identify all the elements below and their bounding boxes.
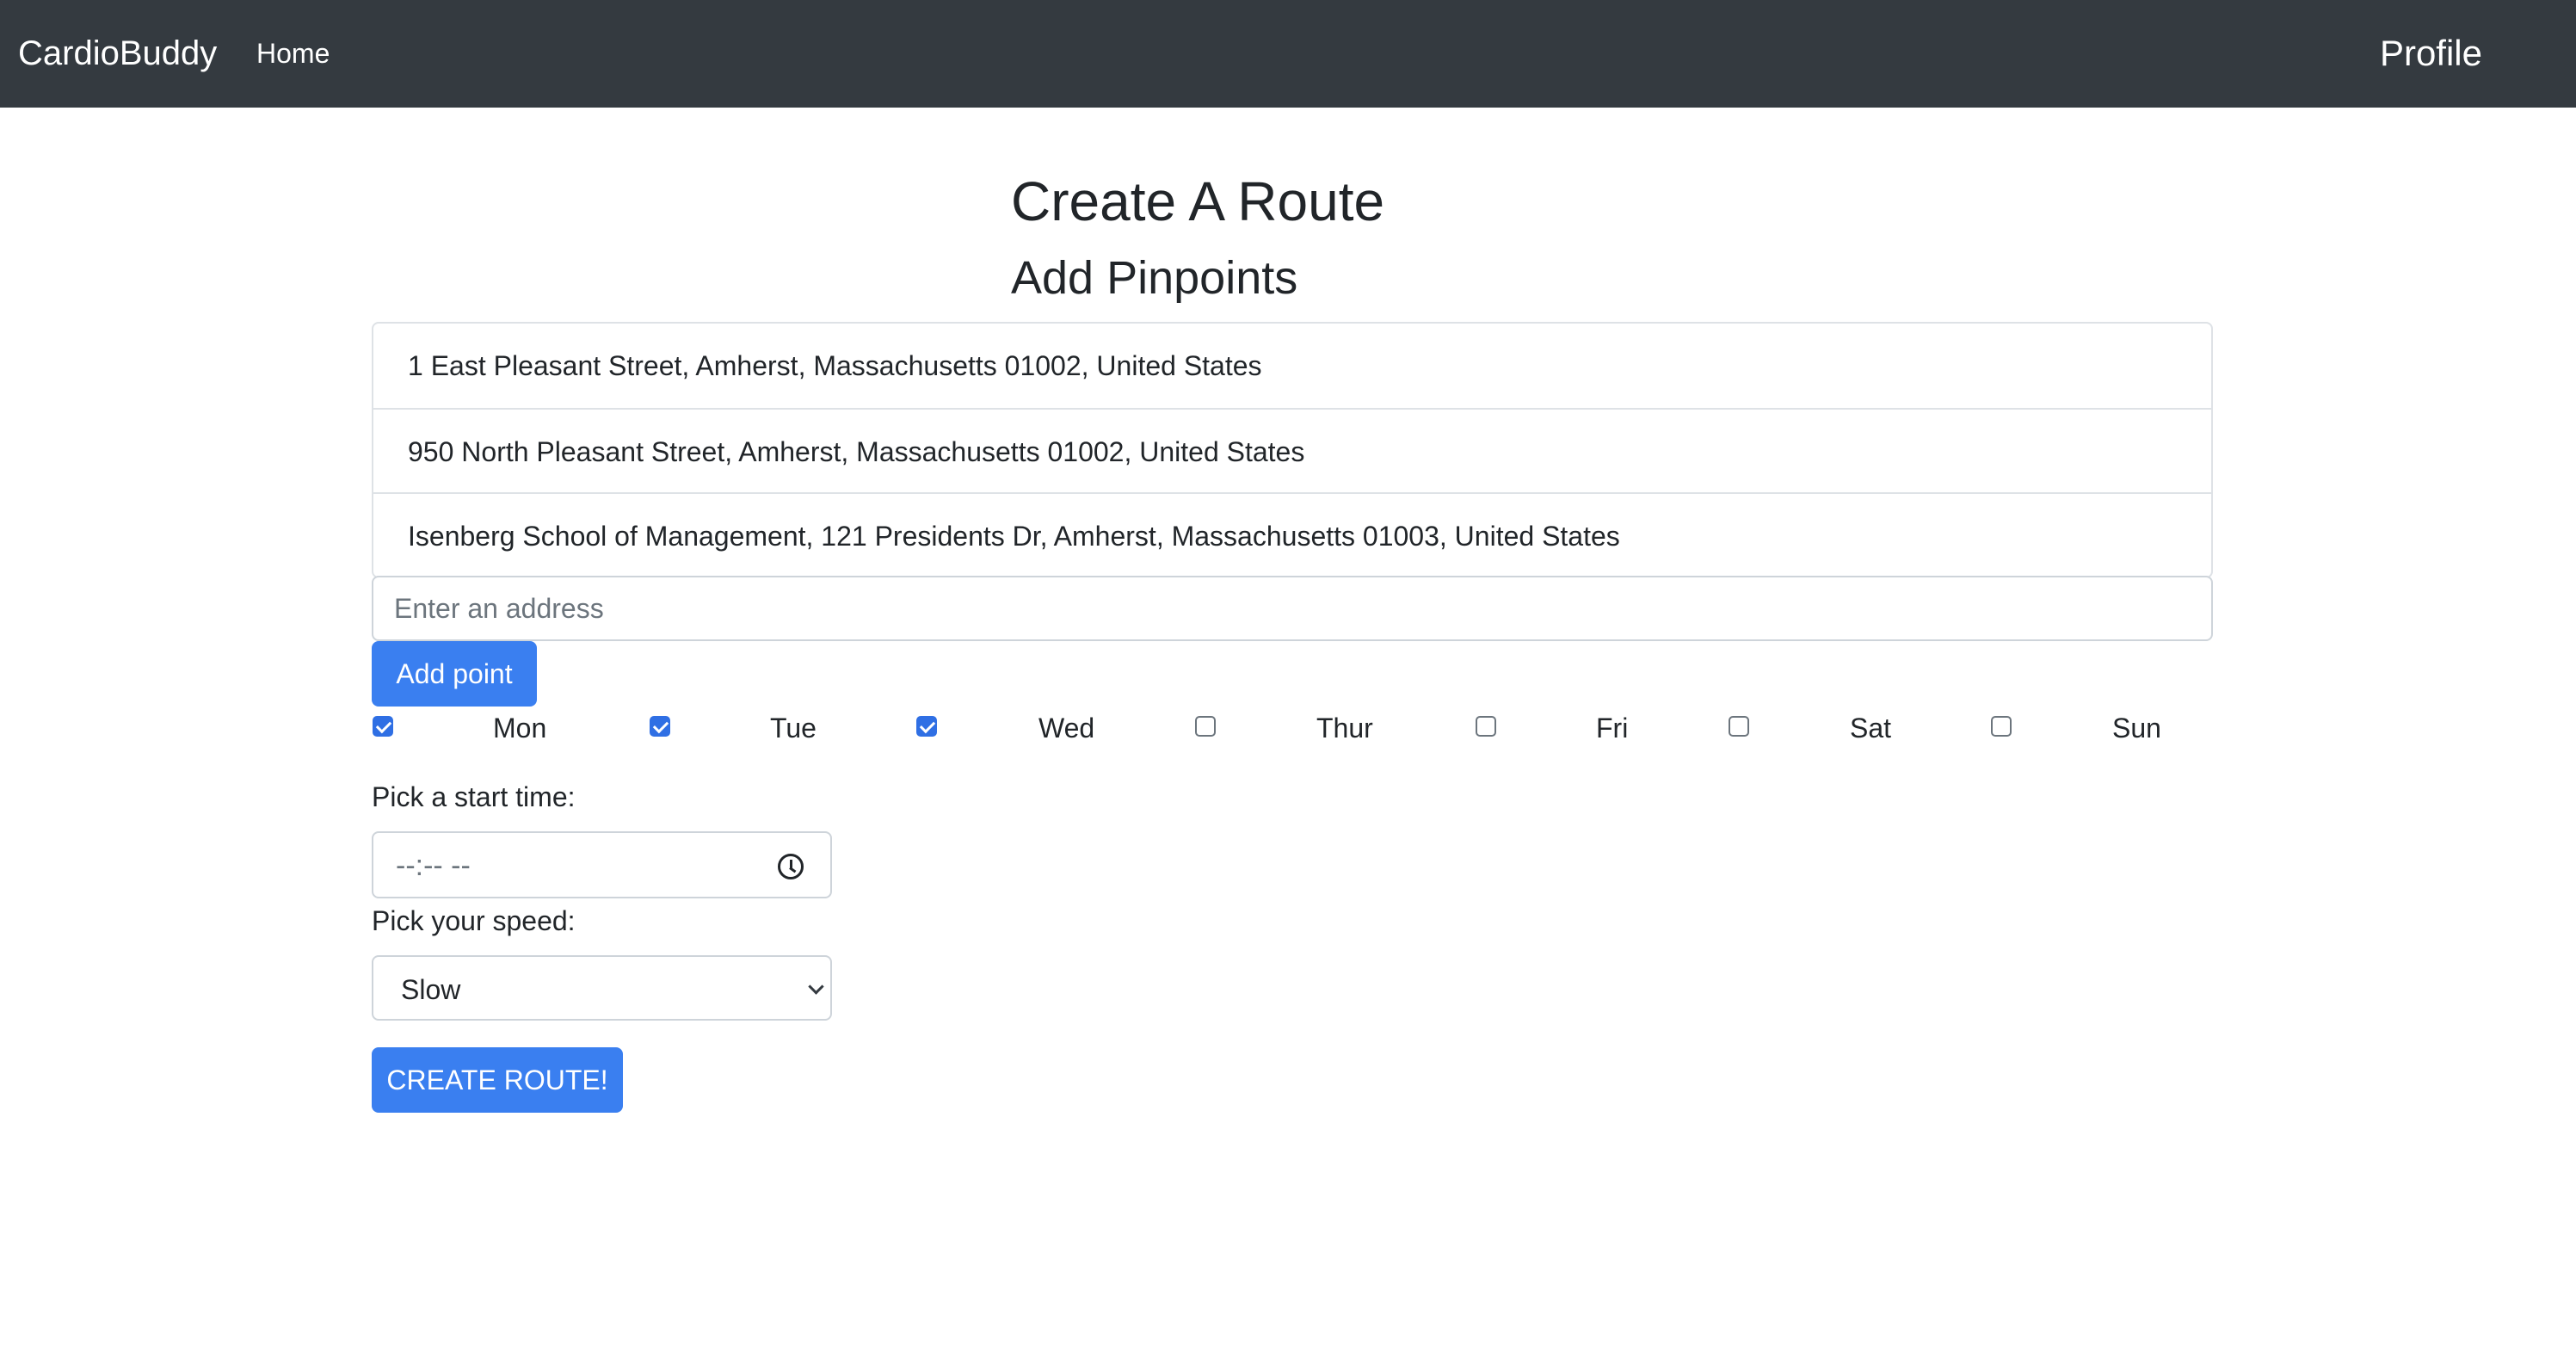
start-time-value: --:-- -- [396,849,471,882]
checkbox-sun[interactable] [1991,716,2012,737]
checkbox-thur[interactable] [1195,716,1216,737]
day-label-tue: Tue [770,713,817,744]
add-point-button[interactable]: Add point [372,641,537,707]
day-label-thur: Thur [1316,713,1373,744]
nav-link-profile[interactable]: Profile [2380,29,2482,77]
pinpoint-item[interactable]: 950 North Pleasant Street, Amherst, Mass… [373,408,2211,492]
chevron-down-icon [808,978,824,995]
day-label-fri: Fri [1596,713,1629,744]
start-time-input[interactable]: --:-- -- [372,831,832,898]
checkbox-tue[interactable] [650,716,670,737]
day-label-mon: Mon [493,713,547,744]
clock-icon[interactable] [778,854,804,879]
page-title: Create A Route [1011,170,1385,232]
checkbox-fri[interactable] [1476,716,1496,737]
start-time-label: Pick a start time: [372,781,576,812]
checkbox-mon[interactable] [373,716,393,737]
checkbox-sat[interactable] [1729,716,1749,737]
pinpoint-list: 1 East Pleasant Street, Amherst, Massach… [372,322,2213,578]
day-label-sun: Sun [2112,713,2161,744]
day-label-wed: Wed [1038,713,1095,744]
speed-selected-value: Slow [401,974,461,1005]
address-input[interactable] [372,576,2213,641]
nav-link-home[interactable]: Home [256,34,330,72]
day-label-sat: Sat [1850,713,1892,744]
checkbox-wed[interactable] [916,716,937,737]
navbar: CardioBuddy Home Profile [0,0,2576,108]
pinpoint-item[interactable]: 1 East Pleasant Street, Amherst, Massach… [373,324,2211,408]
create-route-button[interactable]: CREATE ROUTE! [372,1047,623,1113]
brand-logo[interactable]: CardioBuddy [18,31,217,76]
pinpoint-item[interactable]: Isenberg School of Management, 121 Presi… [373,492,2211,577]
speed-select[interactable]: Slow [372,955,832,1021]
speed-label: Pick your speed: [372,905,576,936]
section-title-add-pinpoints: Add Pinpoints [1011,252,1298,304]
